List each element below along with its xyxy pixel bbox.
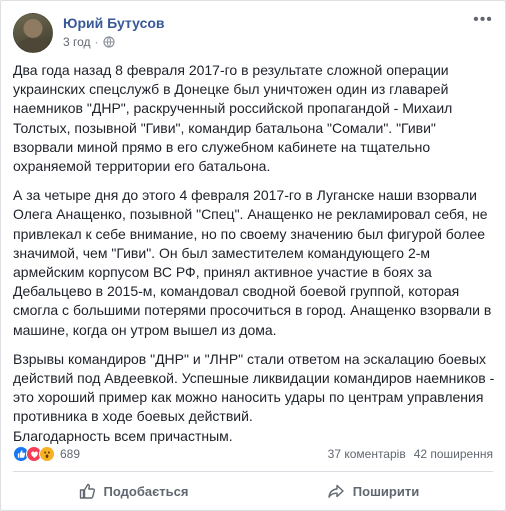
share-arrow-icon xyxy=(328,484,344,498)
like-label: Подобається xyxy=(103,483,189,499)
author-name[interactable]: Юрий Бутусов xyxy=(63,15,165,31)
engagement-counts: 37 коментарів 42 поширення xyxy=(328,447,493,461)
thumbs-up-icon xyxy=(79,483,95,499)
post-stats: 689 37 коментарів 42 поширення xyxy=(13,443,493,465)
comments-count[interactable]: 37 коментарів xyxy=(328,447,406,461)
share-label: Поширити xyxy=(352,483,420,499)
post-actions: Подобається Поширити xyxy=(13,475,493,507)
globe-icon xyxy=(102,36,115,48)
post-paragraph-1: Два года назад 8 февраля 2017-го в резул… xyxy=(13,62,453,175)
post-paragraph-3: Взрывы командиров "ДНР" и "ЛНР" стали от… xyxy=(13,350,495,444)
reactions-summary[interactable]: 689 xyxy=(13,446,80,462)
meta-separator: · xyxy=(94,35,99,49)
more-options-icon[interactable]: ••• xyxy=(473,12,493,33)
post-card: Юрий Бутусов 3 год · ••• Два года назад … xyxy=(0,0,506,511)
avatar[interactable] xyxy=(13,13,53,53)
post-meta: 3 год · xyxy=(63,35,115,49)
wow-reaction-icon xyxy=(39,446,55,462)
like-button[interactable]: Подобається xyxy=(13,475,253,507)
reactions-count: 689 xyxy=(60,447,81,461)
share-button[interactable]: Поширити xyxy=(253,475,493,507)
post-time[interactable]: 3 год xyxy=(63,35,91,49)
divider xyxy=(13,471,493,472)
shares-count[interactable]: 42 поширення xyxy=(414,447,493,461)
post-header: Юрий Бутусов 3 год · ••• xyxy=(13,12,493,53)
post-content: Два года назад 8 февраля 2017-го в резул… xyxy=(13,61,495,456)
post-paragraph-2: А за четыре дня до этого 4 февраля 2017-… xyxy=(13,187,492,338)
